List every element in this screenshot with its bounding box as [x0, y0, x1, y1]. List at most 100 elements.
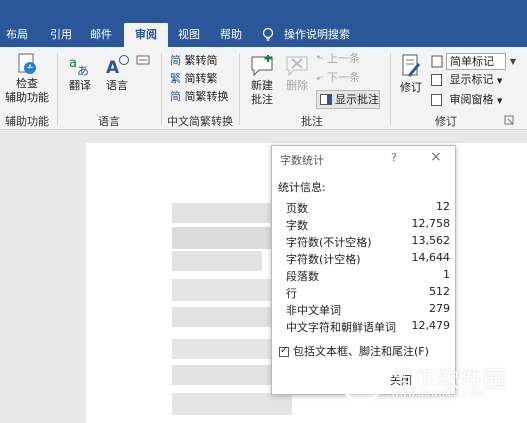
ribbon-separator [239, 53, 240, 125]
language-icon: A [106, 55, 129, 78]
next-icon: ⬐ [316, 73, 324, 83]
checkbox-checked-icon [279, 345, 289, 357]
stat-value: 279 [429, 302, 450, 315]
stat-value: 13,562 [411, 234, 451, 247]
blurred-text [172, 203, 276, 223]
stat-name: 页数 [286, 202, 308, 215]
convert-icon: 简 [170, 54, 181, 67]
translate-label: 翻译 [69, 79, 91, 92]
chevron-down-icon: ▼ [497, 77, 503, 85]
accessibility-check-icon [18, 53, 36, 74]
language-label: 语言 [106, 79, 128, 92]
next-comment-button[interactable]: ⬐ 下一条 [316, 70, 360, 86]
translate-icon: a あ [69, 56, 89, 78]
next-comment-label: 下一条 [327, 71, 361, 84]
registered-icon: ® [491, 360, 500, 370]
stat-row: 字数 12,758 [286, 217, 450, 233]
include-textboxes-checkbox[interactable]: 包括文本框、脚注和尾注(F) [279, 343, 429, 359]
tell-me-search[interactable]: 操作说明搜索 [284, 23, 360, 47]
stat-value: 12 [436, 200, 450, 213]
language-button[interactable]: A 语言 [101, 53, 133, 93]
delete-comment-label: 删除 [286, 79, 308, 92]
reviewing-pane-label: 审阅窗格 [449, 93, 494, 106]
ribbon-separator [57, 53, 58, 125]
watermark-logo-icon [340, 359, 384, 403]
watermark: 当下软件园 ® www.downxia.com [339, 358, 527, 418]
track-changes-icon [402, 54, 420, 77]
include-textboxes-label: 包括文本框、脚注和尾注(F) [293, 345, 429, 358]
show-markup-label: 显示标记 [449, 73, 494, 86]
dialog-launcher-icon[interactable] [504, 115, 514, 125]
delete-comment-icon [286, 56, 308, 77]
group-label-chinese-conversion: 中文简繁转换 [167, 115, 233, 128]
stat-name: 非中文单词 [286, 304, 341, 317]
svg-text:a: a [69, 56, 77, 71]
chinese-conversion-button[interactable]: 简 简繁转换 [170, 89, 229, 105]
stat-row: 页数 12 [286, 200, 450, 216]
stat-row: 段落数 1 [286, 268, 450, 284]
new-comment-label: 新建 批注 [251, 79, 273, 106]
markup-dropdown[interactable]: 简单标记 [446, 53, 506, 70]
chevron-down-icon: ▼ [497, 97, 503, 105]
show-comments-icon [320, 94, 332, 105]
traditional-to-simplified-label: 繁转简 [184, 54, 218, 67]
stat-value: 14,644 [411, 251, 451, 264]
chevron-down-icon[interactable]: ▼ [507, 53, 519, 70]
stat-row: 行 512 [286, 285, 450, 301]
simplified-to-traditional-button[interactable]: 繁 简转繁 [170, 71, 218, 87]
convert-icon: 繁 [170, 72, 181, 85]
language-settings-icon[interactable] [136, 55, 150, 65]
previous-comment-button[interactable]: ⬑ 上一条 [316, 51, 360, 67]
stat-value: 12,479 [411, 319, 451, 332]
tab-mailings[interactable]: 邮件 [84, 23, 118, 47]
help-icon[interactable]: ? [391, 151, 397, 164]
group-label-language: 语言 [98, 115, 120, 128]
show-comments-button[interactable]: 显示批注 [316, 90, 380, 109]
stat-value: 1 [443, 268, 450, 281]
tab-review[interactable]: 审阅 [124, 23, 168, 47]
simplified-to-traditional-label: 简转繁 [184, 72, 218, 85]
track-changes-button[interactable]: 修订 [396, 53, 426, 95]
show-comments-label: 显示批注 [335, 93, 379, 106]
previous-icon: ⬑ [316, 54, 324, 64]
close-icon[interactable]: × [430, 149, 442, 165]
dialog-title: 字数统计 [280, 154, 324, 167]
review-ribbon: 检查 辅助功能 辅助功能 a あ 翻译 A 语言 语言 简 繁转简 繁 简转繁 … [0, 47, 527, 130]
tab-layout[interactable]: 布局 [0, 23, 34, 47]
markup-icon [431, 55, 443, 68]
svg-text:A: A [106, 58, 120, 78]
delete-comment-button[interactable]: 删除 [282, 53, 312, 93]
stat-row: 中文字符和朝鲜语单词 12,479 [286, 319, 450, 335]
stat-value: 12,758 [411, 217, 451, 230]
chinese-conversion-label: 简繁转换 [184, 90, 229, 103]
ribbon-tab-bar: 布局 引用 邮件 审阅 视图 帮助 操作说明搜索 [0, 0, 527, 47]
stat-name: 段落数 [286, 270, 319, 283]
reviewing-pane-icon [431, 94, 442, 106]
lightbulb-icon [262, 27, 274, 41]
watermark-url: www.downxia.com [391, 388, 485, 399]
previous-comment-label: 上一条 [327, 52, 361, 65]
stat-value: 512 [429, 285, 450, 298]
traditional-to-simplified-button[interactable]: 简 繁转简 [170, 53, 218, 69]
stat-name: 字符数(不计空格) [286, 236, 372, 249]
tab-references[interactable]: 引用 [44, 23, 78, 47]
translate-button[interactable]: a あ 翻译 [64, 53, 96, 93]
new-comment-button[interactable]: 新建 批注 [244, 53, 280, 107]
tab-view[interactable]: 视图 [172, 23, 206, 47]
stat-name: 行 [286, 287, 297, 300]
convert-icon: 简 [170, 90, 181, 103]
stat-name: 字符数(计空格) [286, 253, 361, 266]
check-accessibility-button[interactable]: 检查 辅助功能 [2, 51, 52, 105]
stat-row: 字符数(不计空格) 13,562 [286, 234, 450, 250]
stat-row: 非中文单词 279 [286, 302, 450, 318]
new-comment-icon [251, 55, 273, 77]
stat-row: 字符数(计空格) 14,644 [286, 251, 450, 267]
show-markup-dropdown[interactable]: 显示标记 ▼ [431, 72, 502, 88]
blurred-text [172, 251, 262, 271]
stat-name: 字数 [286, 219, 308, 232]
tab-help[interactable]: 帮助 [214, 23, 248, 47]
group-label-tracking: 修订 [435, 115, 457, 128]
ribbon-separator [161, 53, 162, 125]
stat-name: 中文字符和朝鲜语单词 [286, 321, 396, 334]
reviewing-pane-dropdown[interactable]: 审阅窗格 ▼ [431, 92, 502, 108]
